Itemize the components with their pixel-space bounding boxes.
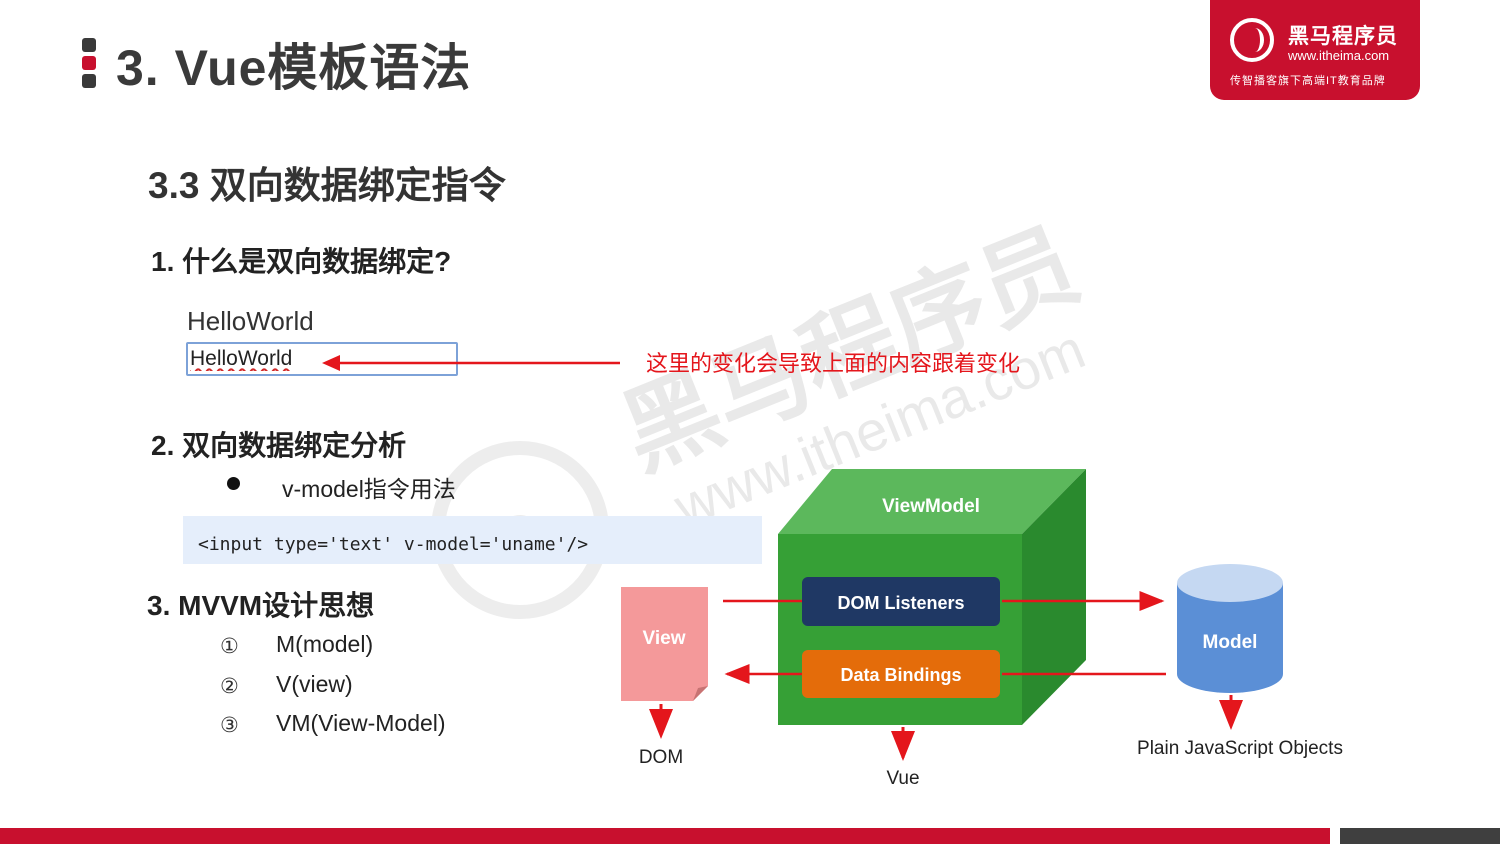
footer-gray-bar xyxy=(1340,828,1500,844)
plain-js-objects-label: Plain JavaScript Objects xyxy=(1137,738,1343,759)
viewmodel-label: ViewModel xyxy=(882,496,980,517)
dom-listeners-label: DOM Listeners xyxy=(837,593,964,613)
view-label: View xyxy=(643,628,686,649)
mvvm-diagram: View DOM ViewModel DOM Listeners Data Bi… xyxy=(621,469,1343,789)
model-label: Model xyxy=(1203,632,1258,653)
model-cylinder-top xyxy=(1177,564,1283,602)
vue-label: Vue xyxy=(886,768,919,789)
footer-red-bar xyxy=(0,828,1330,844)
data-bindings-label: Data Bindings xyxy=(840,665,961,685)
dom-label: DOM xyxy=(639,747,683,768)
